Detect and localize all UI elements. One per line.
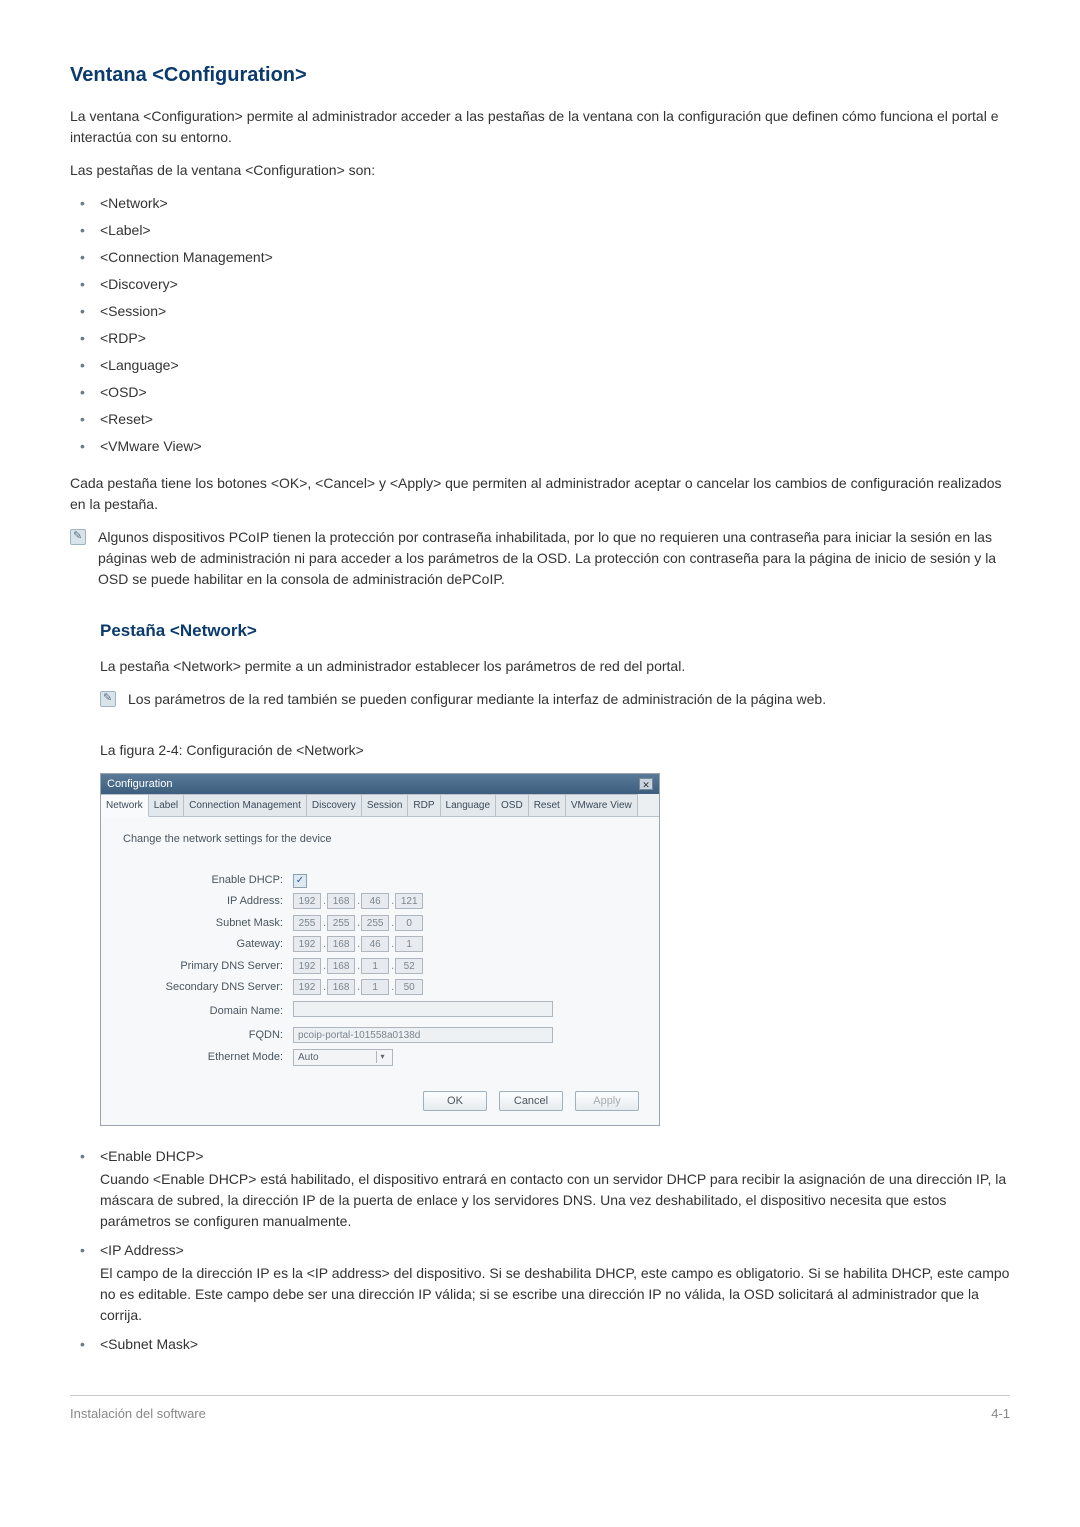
tab-discovery[interactable]: Discovery bbox=[307, 794, 362, 816]
window-button-row: OK Cancel Apply bbox=[101, 1081, 659, 1125]
ip-octet[interactable]: 168 bbox=[327, 979, 355, 995]
note-block-2: Los parámetros de la red también se pued… bbox=[100, 689, 1010, 710]
list-item: <OSD> bbox=[70, 382, 1010, 403]
list-item: <Reset> bbox=[70, 409, 1010, 430]
list-item: <Network> bbox=[70, 193, 1010, 214]
tab-connection-management[interactable]: Connection Management bbox=[184, 794, 307, 816]
tab-language[interactable]: Language bbox=[441, 794, 497, 816]
ip-octet[interactable]: 1 bbox=[361, 979, 389, 995]
list-item: <Session> bbox=[70, 301, 1010, 322]
fqdn-input[interactable]: pcoip-portal-101558a0138d bbox=[293, 1027, 553, 1043]
window-instruction: Change the network settings for the devi… bbox=[123, 831, 637, 848]
configuration-window: Configuration ✕ Network Label Connection… bbox=[100, 773, 660, 1126]
tab-reset[interactable]: Reset bbox=[529, 794, 566, 816]
subnet-mask-label: Subnet Mask: bbox=[123, 915, 293, 932]
ip-octet[interactable]: 192 bbox=[293, 936, 321, 952]
definitions-list: <Enable DHCP> Cuando <Enable DHCP> está … bbox=[70, 1146, 1010, 1355]
page-title: Ventana <Configuration> bbox=[70, 60, 1010, 90]
intro-paragraph-1: La ventana <Configuration> permite al ad… bbox=[70, 106, 1010, 148]
gateway-field[interactable]: 192.168.46.1 bbox=[293, 936, 637, 953]
ip-octet[interactable]: 168 bbox=[327, 936, 355, 952]
ip-octet[interactable]: 255 bbox=[361, 915, 389, 931]
note-icon bbox=[70, 529, 86, 545]
subnet-mask-field[interactable]: 255.255.255.0 bbox=[293, 915, 637, 932]
figure-caption: La figura 2-4: Configuración de <Network… bbox=[100, 740, 1010, 761]
enable-dhcp-label: Enable DHCP: bbox=[123, 872, 293, 889]
apply-button[interactable]: Apply bbox=[575, 1091, 639, 1111]
network-section-p1: La pestaña <Network> permite a un admini… bbox=[100, 656, 1010, 677]
ethernet-mode-label: Ethernet Mode: bbox=[123, 1049, 293, 1066]
ip-octet[interactable]: 0 bbox=[395, 915, 423, 931]
ip-octet[interactable]: 1 bbox=[395, 936, 423, 952]
ip-octet[interactable]: 121 bbox=[395, 893, 423, 909]
window-title: Configuration bbox=[107, 776, 172, 793]
tab-rdp[interactable]: RDP bbox=[408, 794, 440, 816]
secondary-dns-label: Secondary DNS Server: bbox=[123, 979, 293, 996]
window-tabs: Network Label Connection Management Disc… bbox=[101, 794, 659, 817]
definition-item: <IP Address> El campo de la dirección IP… bbox=[70, 1240, 1010, 1326]
window-titlebar: Configuration ✕ bbox=[101, 774, 659, 795]
ip-address-label: IP Address: bbox=[123, 893, 293, 910]
after-list-paragraph: Cada pestaña tiene los botones <OK>, <Ca… bbox=[70, 473, 1010, 515]
ip-octet[interactable]: 50 bbox=[395, 979, 423, 995]
primary-dns-field[interactable]: 192.168.1.52 bbox=[293, 958, 637, 975]
tab-vmware-view[interactable]: VMware View bbox=[566, 794, 638, 816]
chevron-down-icon: ▾ bbox=[376, 1051, 388, 1063]
ip-octet[interactable]: 255 bbox=[327, 915, 355, 931]
tab-label[interactable]: Label bbox=[149, 794, 184, 816]
enable-dhcp-checkbox[interactable]: ✓ bbox=[293, 874, 307, 888]
tab-network[interactable]: Network bbox=[101, 794, 149, 817]
footer-right: 4-1 bbox=[991, 1404, 1010, 1424]
list-item: <Label> bbox=[70, 220, 1010, 241]
note-block-1: Algunos dispositivos PCoIP tienen la pro… bbox=[70, 527, 1010, 590]
page-footer: Instalación del software 4-1 bbox=[70, 1395, 1010, 1424]
definition-term: <Enable DHCP> bbox=[100, 1146, 1010, 1167]
gateway-label: Gateway: bbox=[123, 936, 293, 953]
list-item: <VMware View> bbox=[70, 436, 1010, 457]
intro-paragraph-2: Las pestañas de la ventana <Configuratio… bbox=[70, 160, 1010, 181]
ip-octet[interactable]: 192 bbox=[293, 958, 321, 974]
ip-octet[interactable]: 192 bbox=[293, 979, 321, 995]
ip-octet[interactable]: 192 bbox=[293, 893, 321, 909]
ethernet-mode-select[interactable]: Auto ▾ bbox=[293, 1049, 393, 1066]
list-item: <Language> bbox=[70, 355, 1010, 376]
ip-octet[interactable]: 168 bbox=[327, 958, 355, 974]
ip-octet[interactable]: 46 bbox=[361, 936, 389, 952]
ip-octet[interactable]: 168 bbox=[327, 893, 355, 909]
select-value: Auto bbox=[298, 1050, 319, 1065]
window-body: Change the network settings for the devi… bbox=[101, 817, 659, 1081]
network-section-title: Pestaña <Network> bbox=[100, 618, 1010, 644]
fqdn-label: FQDN: bbox=[123, 1027, 293, 1044]
list-item: <RDP> bbox=[70, 328, 1010, 349]
list-item: <Discovery> bbox=[70, 274, 1010, 295]
definition-term: <IP Address> bbox=[100, 1240, 1010, 1261]
ip-octet[interactable]: 52 bbox=[395, 958, 423, 974]
tabs-list: <Network> <Label> <Connection Management… bbox=[70, 193, 1010, 457]
definition-item: <Enable DHCP> Cuando <Enable DHCP> está … bbox=[70, 1146, 1010, 1232]
note-icon bbox=[100, 691, 116, 707]
ip-octet[interactable]: 46 bbox=[361, 893, 389, 909]
definition-term: <Subnet Mask> bbox=[100, 1334, 1010, 1355]
note-text: Algunos dispositivos PCoIP tienen la pro… bbox=[98, 527, 1010, 590]
ip-octet[interactable]: 1 bbox=[361, 958, 389, 974]
primary-dns-label: Primary DNS Server: bbox=[123, 958, 293, 975]
tab-session[interactable]: Session bbox=[362, 794, 409, 816]
ip-octet[interactable]: 255 bbox=[293, 915, 321, 931]
definition-item: <Subnet Mask> bbox=[70, 1334, 1010, 1355]
ok-button[interactable]: OK bbox=[423, 1091, 487, 1111]
domain-name-input[interactable] bbox=[293, 1001, 553, 1017]
tab-osd[interactable]: OSD bbox=[496, 794, 529, 816]
footer-left: Instalación del software bbox=[70, 1404, 206, 1424]
close-icon[interactable]: ✕ bbox=[639, 778, 653, 790]
list-item: <Connection Management> bbox=[70, 247, 1010, 268]
domain-name-label: Domain Name: bbox=[123, 1003, 293, 1020]
cancel-button[interactable]: Cancel bbox=[499, 1091, 563, 1111]
definition-desc: Cuando <Enable DHCP> está habilitado, el… bbox=[100, 1169, 1010, 1232]
ip-address-field[interactable]: 192.168.46.121 bbox=[293, 893, 637, 910]
secondary-dns-field[interactable]: 192.168.1.50 bbox=[293, 979, 637, 996]
note-text: Los parámetros de la red también se pued… bbox=[128, 689, 1010, 710]
definition-desc: El campo de la dirección IP es la <IP ad… bbox=[100, 1263, 1010, 1326]
